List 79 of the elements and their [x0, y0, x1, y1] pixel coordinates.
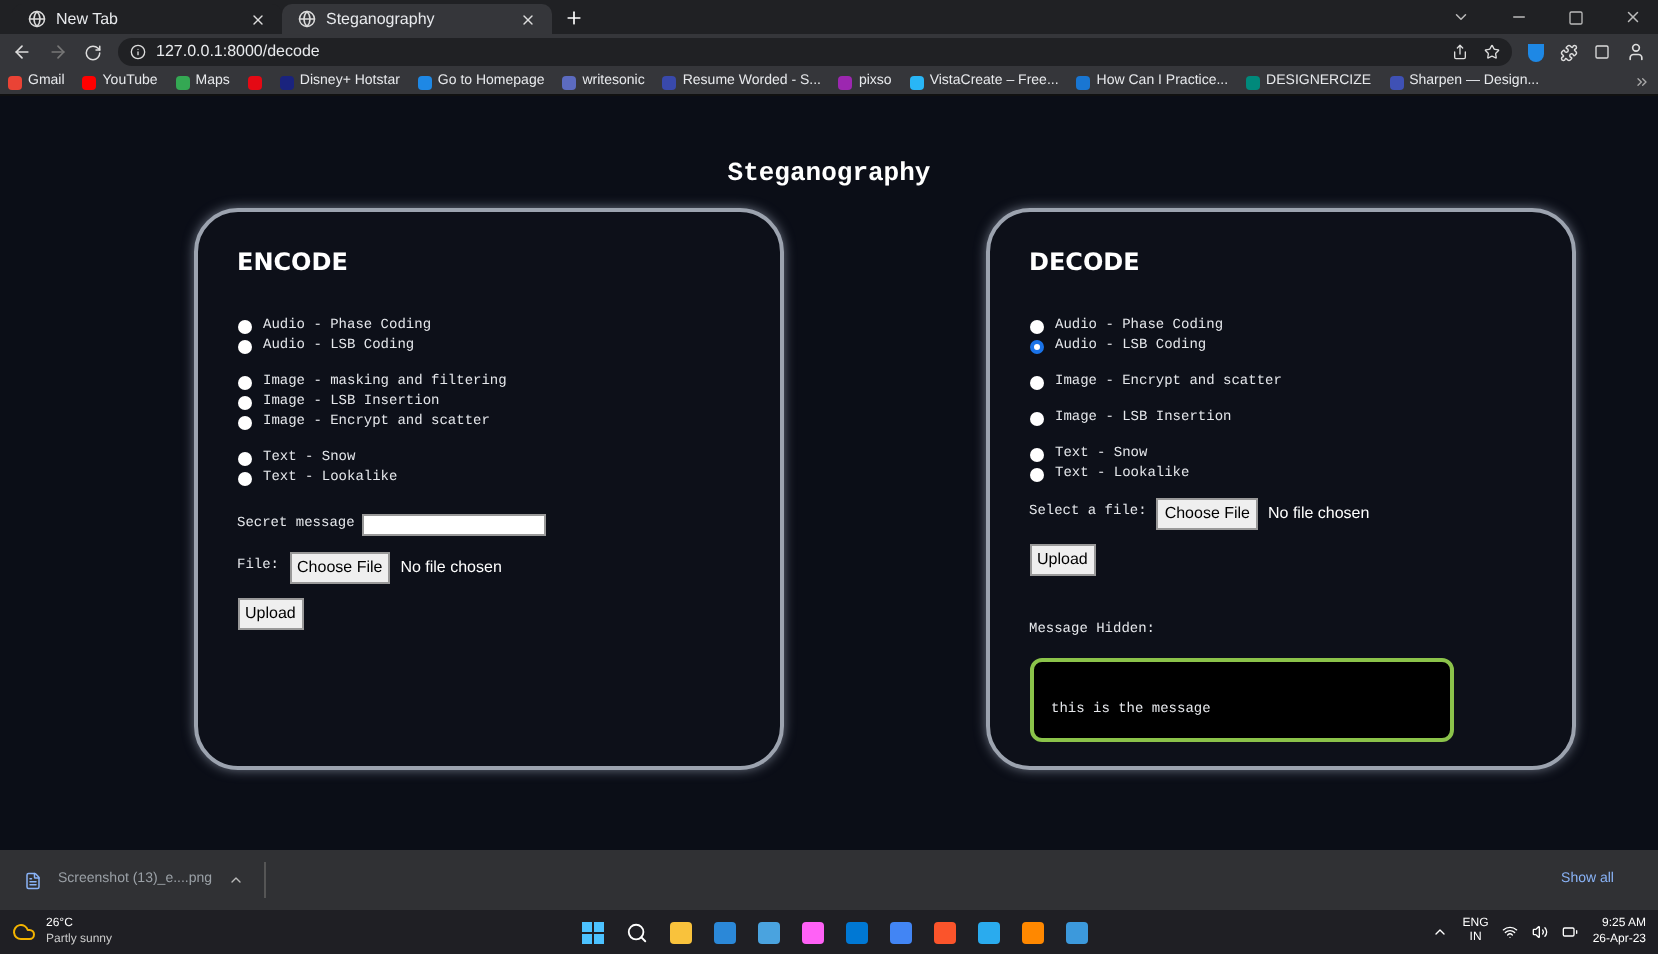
card-heading: ENCODE [237, 245, 350, 279]
weather-icon [12, 920, 36, 944]
tab-title: New Tab [56, 7, 120, 31]
bookmark-icon [82, 75, 97, 89]
address-bar[interactable]: 127.0.0.1:8000/decode [118, 38, 1512, 66]
bookmark-icon [279, 75, 294, 89]
file-status: No file chosen [400, 555, 502, 579]
bookmark-icon [1076, 75, 1091, 89]
upload-button[interactable]: Upload [1029, 543, 1096, 575]
app-icon[interactable] [934, 921, 957, 943]
file-icon [24, 871, 42, 889]
upload-button[interactable]: Upload [237, 597, 304, 629]
card-heading: DECODE [1029, 245, 1142, 279]
start-icon[interactable] [582, 921, 605, 943]
bookmark-icon [662, 75, 677, 89]
profile-icon[interactable] [1626, 42, 1646, 62]
radio-button[interactable] [237, 416, 251, 430]
radio-button[interactable] [1029, 412, 1043, 426]
radio-button[interactable] [1029, 376, 1043, 390]
bookmark-icon [247, 75, 262, 89]
star-icon[interactable] [1484, 44, 1500, 60]
close-icon[interactable] [1624, 8, 1642, 26]
new-tab-icon[interactable] [564, 8, 584, 28]
bookmark-icon [175, 75, 190, 89]
radio-button[interactable] [1029, 320, 1043, 334]
url-text: 127.0.0.1:8000/decode [156, 40, 320, 64]
more-bookmarks-icon[interactable] [1634, 74, 1650, 90]
puzzle-icon[interactable] [1560, 43, 1578, 61]
radio-button[interactable] [1029, 340, 1043, 354]
radio-button[interactable] [237, 396, 251, 410]
bookmark-icon [1246, 75, 1261, 89]
close-icon[interactable] [520, 11, 536, 27]
back-icon[interactable] [12, 42, 32, 62]
shield-icon[interactable] [1528, 43, 1544, 61]
radio-button[interactable] [1029, 448, 1043, 462]
choose-file-button[interactable]: Choose File [289, 551, 391, 583]
page-title: Steganography [727, 156, 931, 192]
close-icon[interactable] [250, 11, 266, 27]
bookmark-icon [417, 75, 432, 89]
globe-icon [28, 10, 46, 28]
bookmark-icon [909, 75, 924, 89]
wifi-icon[interactable] [1502, 924, 1519, 940]
app-icon[interactable] [1022, 921, 1045, 943]
bookmark-icon [562, 75, 577, 89]
globe-icon [298, 10, 316, 28]
info-icon [130, 44, 146, 60]
battery-icon[interactable] [1562, 924, 1579, 940]
share-icon[interactable] [1452, 44, 1468, 60]
maximize-icon[interactable] [1568, 9, 1584, 25]
app-icon[interactable] [714, 921, 737, 943]
bookmark-icon [1389, 75, 1404, 89]
sidebar-icon[interactable] [1594, 44, 1610, 60]
secret-message-field[interactable] [362, 513, 547, 535]
radio-button[interactable] [237, 320, 251, 334]
bookmark-icon [8, 75, 22, 89]
app-icon[interactable] [758, 921, 781, 943]
search-icon[interactable] [626, 921, 649, 943]
radio-button[interactable] [237, 340, 251, 354]
app-icon[interactable] [890, 921, 913, 943]
bookmark[interactable] [247, 72, 262, 92]
radio-button[interactable] [237, 452, 251, 466]
choose-file-button[interactable]: Choose File [1156, 497, 1258, 529]
file-status: No file chosen [1268, 501, 1370, 525]
app-icon[interactable] [670, 921, 693, 943]
chevron-up-icon[interactable] [228, 872, 245, 888]
volume-icon[interactable] [1532, 924, 1549, 940]
app-icon[interactable] [802, 921, 825, 943]
reload-icon[interactable] [84, 43, 102, 61]
tab-title: Steganography [326, 7, 437, 31]
forward-icon[interactable] [48, 42, 68, 62]
radio-button[interactable] [1029, 468, 1043, 482]
radio-button[interactable] [237, 376, 251, 390]
bookmark-icon [838, 75, 853, 89]
app-icon[interactable] [1066, 921, 1089, 943]
app-icon[interactable] [978, 921, 1001, 943]
browser-tab[interactable]: Steganography [282, 4, 552, 34]
chevron-up-icon[interactable] [1432, 924, 1449, 940]
radio-button[interactable] [237, 472, 251, 486]
chevron-down-icon[interactable] [1452, 8, 1470, 26]
